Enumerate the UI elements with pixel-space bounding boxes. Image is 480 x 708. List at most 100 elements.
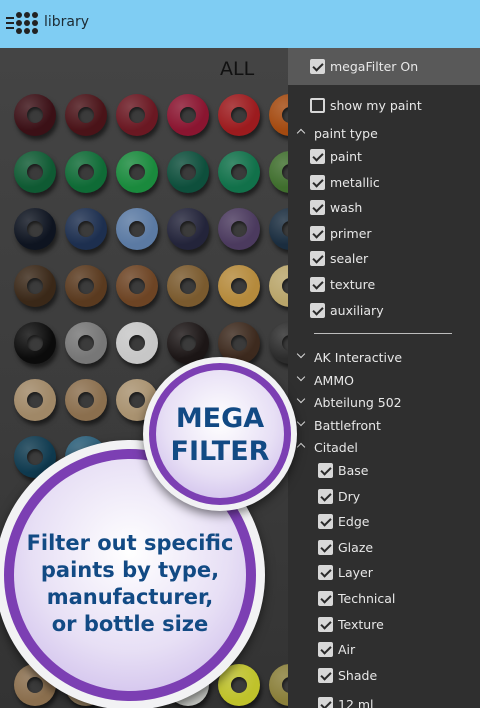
show-my-paint-toggle[interactable]: show my paint bbox=[288, 94, 480, 118]
paint-pot[interactable] bbox=[14, 265, 56, 307]
paint-pot[interactable] bbox=[269, 265, 288, 307]
citadel-item-checkbox[interactable] bbox=[318, 539, 333, 555]
paint-pot[interactable] bbox=[269, 208, 288, 250]
paint-type-item-label: metallic bbox=[330, 174, 380, 190]
hamburger-menu-icon[interactable] bbox=[6, 17, 14, 29]
citadel-item-label: Glaze bbox=[338, 539, 374, 555]
chevron-down-icon bbox=[296, 374, 306, 384]
manufacturer-group-header[interactable]: AMMO bbox=[288, 369, 480, 393]
citadel-item-row[interactable]: Base bbox=[288, 459, 480, 483]
paint-pot[interactable] bbox=[167, 151, 209, 193]
paint-type-item-checkbox[interactable] bbox=[310, 200, 325, 216]
paint-type-item-row[interactable]: wash bbox=[288, 196, 480, 220]
paint-pot[interactable] bbox=[65, 208, 107, 250]
manufacturer-label: AMMO bbox=[314, 372, 354, 388]
manufacturer-group-header[interactable]: Citadel bbox=[288, 436, 480, 460]
promo-line: Filter out specific bbox=[26, 531, 234, 555]
paint-pot[interactable] bbox=[65, 151, 107, 193]
paint-pot[interactable] bbox=[65, 322, 107, 364]
paint-pot[interactable] bbox=[116, 151, 158, 193]
paint-pot[interactable] bbox=[269, 94, 288, 136]
promo-line: manufacturer, bbox=[46, 585, 214, 609]
mega-filter-toggle[interactable]: megaFilter On bbox=[288, 48, 480, 85]
citadel-item-row[interactable]: Air bbox=[288, 638, 480, 662]
paint-pot[interactable] bbox=[218, 265, 260, 307]
citadel-item-checkbox[interactable] bbox=[318, 565, 333, 581]
citadel-item-label: Layer bbox=[338, 565, 373, 581]
citadel-item-checkbox[interactable] bbox=[318, 642, 333, 658]
citadel-item-row[interactable]: Shade bbox=[288, 664, 480, 688]
paint-pot[interactable] bbox=[218, 151, 260, 193]
paint-pot[interactable] bbox=[14, 94, 56, 136]
paint-type-item-row[interactable]: primer bbox=[288, 222, 480, 246]
paint-type-group-header[interactable]: paint type bbox=[288, 122, 480, 146]
paint-pot[interactable] bbox=[116, 322, 158, 364]
citadel-item-checkbox[interactable] bbox=[318, 697, 333, 708]
citadel-item-row[interactable]: Edge bbox=[288, 510, 480, 534]
manufacturer-group-header[interactable]: Abteilung 502 bbox=[288, 391, 480, 415]
chevron-down-icon bbox=[296, 351, 306, 361]
paint-pot[interactable] bbox=[14, 322, 56, 364]
paint-pot[interactable] bbox=[167, 265, 209, 307]
promo-line: paints by type, bbox=[40, 558, 220, 582]
citadel-item-row[interactable]: Technical bbox=[288, 587, 480, 611]
manufacturer-group-header[interactable]: AK Interactive bbox=[288, 346, 480, 370]
paint-pot[interactable] bbox=[116, 265, 158, 307]
paint-pot[interactable] bbox=[116, 208, 158, 250]
citadel-item-checkbox[interactable] bbox=[318, 667, 333, 683]
paint-type-item-checkbox[interactable] bbox=[310, 251, 325, 267]
paint-pot[interactable] bbox=[65, 379, 107, 421]
citadel-item-row[interactable]: Glaze bbox=[288, 536, 480, 560]
citadel-item-label: Edge bbox=[338, 514, 370, 530]
promo-text: Filter out specific paints by type, manu… bbox=[0, 530, 260, 638]
citadel-item-checkbox[interactable] bbox=[318, 591, 333, 606]
paint-type-item-label: texture bbox=[330, 277, 376, 292]
citadel-item-row[interactable]: Dry bbox=[288, 485, 480, 509]
paint-type-item-row[interactable]: auxiliary bbox=[288, 299, 480, 323]
paint-pot[interactable] bbox=[269, 151, 288, 193]
paint-pot[interactable] bbox=[14, 151, 56, 193]
paint-pot[interactable] bbox=[218, 94, 260, 136]
paint-pot[interactable] bbox=[218, 208, 260, 250]
paint-type-item-checkbox[interactable] bbox=[310, 174, 325, 190]
paint-type-item-checkbox[interactable] bbox=[310, 149, 325, 164]
paint-type-item-checkbox[interactable] bbox=[310, 302, 325, 318]
paint-type-item-label: auxiliary bbox=[330, 302, 384, 318]
paint-pot[interactable] bbox=[65, 265, 107, 307]
citadel-item-label: 12 ml bbox=[338, 697, 374, 708]
citadel-item-checkbox[interactable] bbox=[318, 463, 333, 478]
citadel-item-label: Base bbox=[338, 463, 369, 478]
app-bar: library bbox=[0, 0, 480, 48]
paint-pot[interactable] bbox=[167, 94, 209, 136]
citadel-item-row[interactable]: Layer bbox=[288, 561, 480, 585]
show-my-paint-label: show my paint bbox=[330, 98, 422, 113]
manufacturer-label: Abteilung 502 bbox=[314, 395, 402, 410]
paint-type-item-row[interactable]: sealer bbox=[288, 247, 480, 271]
mega-filter-panel: megaFilter On show my paint paint type p… bbox=[288, 48, 480, 708]
citadel-item-row[interactable]: Texture bbox=[288, 613, 480, 637]
paint-type-item-row[interactable]: texture bbox=[288, 273, 480, 297]
citadel-item-checkbox[interactable] bbox=[318, 514, 333, 530]
citadel-item-label: Texture bbox=[338, 616, 384, 632]
paint-type-item-row[interactable]: metallic bbox=[288, 171, 480, 195]
paint-type-item-label: wash bbox=[330, 200, 363, 216]
paint-pot[interactable] bbox=[14, 379, 56, 421]
paint-type-item-row[interactable]: paint bbox=[288, 145, 480, 169]
paint-type-item-checkbox[interactable] bbox=[310, 225, 325, 241]
paint-type-item-label: primer bbox=[330, 225, 372, 241]
paint-pot[interactable] bbox=[116, 94, 158, 136]
paint-pot[interactable] bbox=[65, 94, 107, 136]
citadel-item-checkbox[interactable] bbox=[318, 616, 333, 632]
citadel-item-checkbox[interactable] bbox=[318, 488, 333, 504]
citadel-item-label: Shade bbox=[338, 667, 378, 683]
paint-pot[interactable] bbox=[167, 322, 209, 364]
mega-filter-checkbox[interactable] bbox=[310, 59, 325, 74]
paint-pot[interactable] bbox=[14, 208, 56, 250]
paint-pot[interactable] bbox=[167, 208, 209, 250]
paint-pot[interactable] bbox=[269, 322, 288, 364]
paint-type-item-checkbox[interactable] bbox=[310, 277, 325, 292]
manufacturer-group-header[interactable]: Battlefront bbox=[288, 414, 480, 438]
citadel-item-row[interactable]: 12 ml bbox=[288, 693, 480, 708]
show-my-paint-checkbox[interactable] bbox=[310, 98, 325, 113]
paint-pot[interactable] bbox=[269, 664, 288, 706]
